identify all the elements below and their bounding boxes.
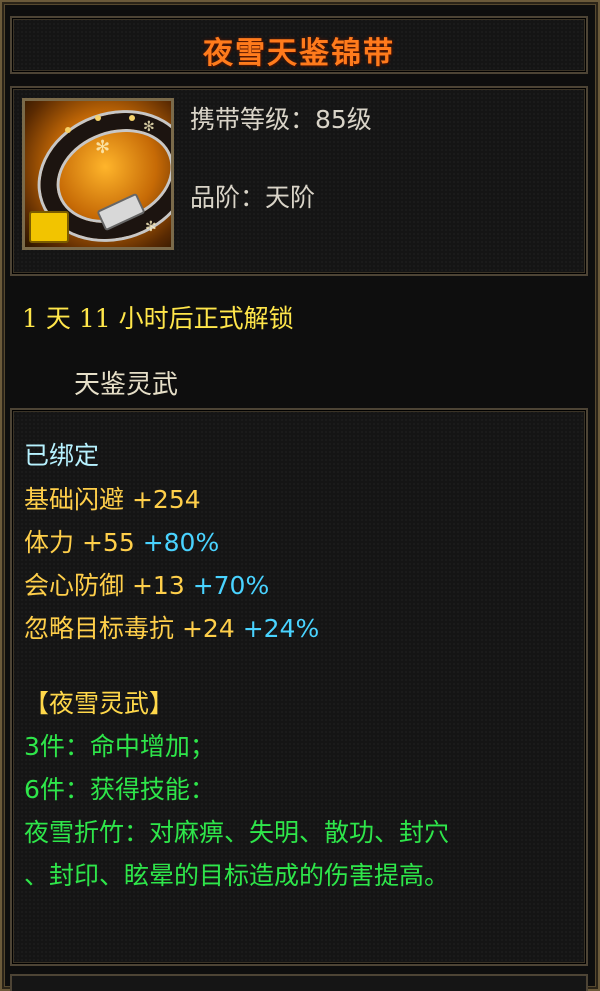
equip-slot-badge-icon <box>29 211 69 243</box>
unlock-hours: 11 <box>78 304 111 333</box>
belt-stud <box>65 127 71 133</box>
unlock-days: 1 <box>22 304 38 333</box>
set-category: 天鉴灵武 <box>74 370 179 400</box>
stat-value: +13 <box>131 571 185 600</box>
snowflake-icon: ✻ <box>95 137 111 158</box>
item-info-panel: ✻ ✻ ✻ 携带等级：85级 品阶：天阶 <box>10 86 588 276</box>
belt-stud <box>95 115 101 121</box>
stat-value: +24 <box>181 614 235 643</box>
stat-percent: +24% <box>242 614 320 643</box>
set-skill-line-2: 、封印、眩晕的目标造成的伤害提高。 <box>24 861 450 890</box>
stat-percent: +80% <box>142 528 220 557</box>
title-bar: 夜雪天鉴锦带 <box>10 16 588 74</box>
item-name: 夜雪天鉴锦带 <box>203 36 395 71</box>
unlock-timer: 1 天 11 小时后正式解锁 <box>22 299 294 335</box>
belt-icon[interactable]: ✻ ✻ ✻ <box>22 98 174 250</box>
unlock-hour-label: 小时后正式解锁 <box>118 304 294 333</box>
set-bonus-6: 6件：获得技能： <box>24 775 215 804</box>
stat-value: +55 <box>81 528 135 557</box>
set-bonus-3: 3件：命中增加； <box>24 732 215 761</box>
item-grade: 品阶：天阶 <box>190 183 316 212</box>
snowflake-icon: ✻ <box>145 219 157 235</box>
stat-percent: +70% <box>192 571 270 600</box>
set-title: 【夜雪灵武】 <box>24 689 175 718</box>
stat-name: 会心防御 <box>24 571 125 600</box>
unlock-day-label: 天 <box>45 304 71 333</box>
bottom-panel-edge <box>10 974 588 991</box>
stat-line: 体力 +55 +80% <box>24 523 219 559</box>
bound-status: 已绑定 <box>24 441 100 470</box>
stat-line: 忽略目标毒抗 +24 +24% <box>24 609 319 645</box>
stat-line: 基础闪避 +254 <box>24 480 201 516</box>
stat-name: 体力 <box>24 528 75 557</box>
belt-stud <box>129 115 135 121</box>
stats-panel: 已绑定 基础闪避 +254 体力 +55 +80% 会心防御 +13 +70% … <box>10 408 588 966</box>
stat-name: 忽略目标毒抗 <box>24 614 175 643</box>
carry-level: 携带等级：85级 <box>190 105 372 134</box>
item-tooltip: 夜雪天鉴锦带 ✻ ✻ ✻ 携带等级：85级 品阶：天阶 1 天 11 小时后正式… <box>0 0 600 991</box>
snowflake-icon: ✻ <box>143 119 155 135</box>
stat-value: +254 <box>131 485 201 514</box>
stat-line: 会心防御 +13 +70% <box>24 566 269 602</box>
set-skill-line-1: 夜雪折竹：对麻痹、失明、散功、封穴 <box>24 818 450 847</box>
stat-name: 基础闪避 <box>24 485 125 514</box>
